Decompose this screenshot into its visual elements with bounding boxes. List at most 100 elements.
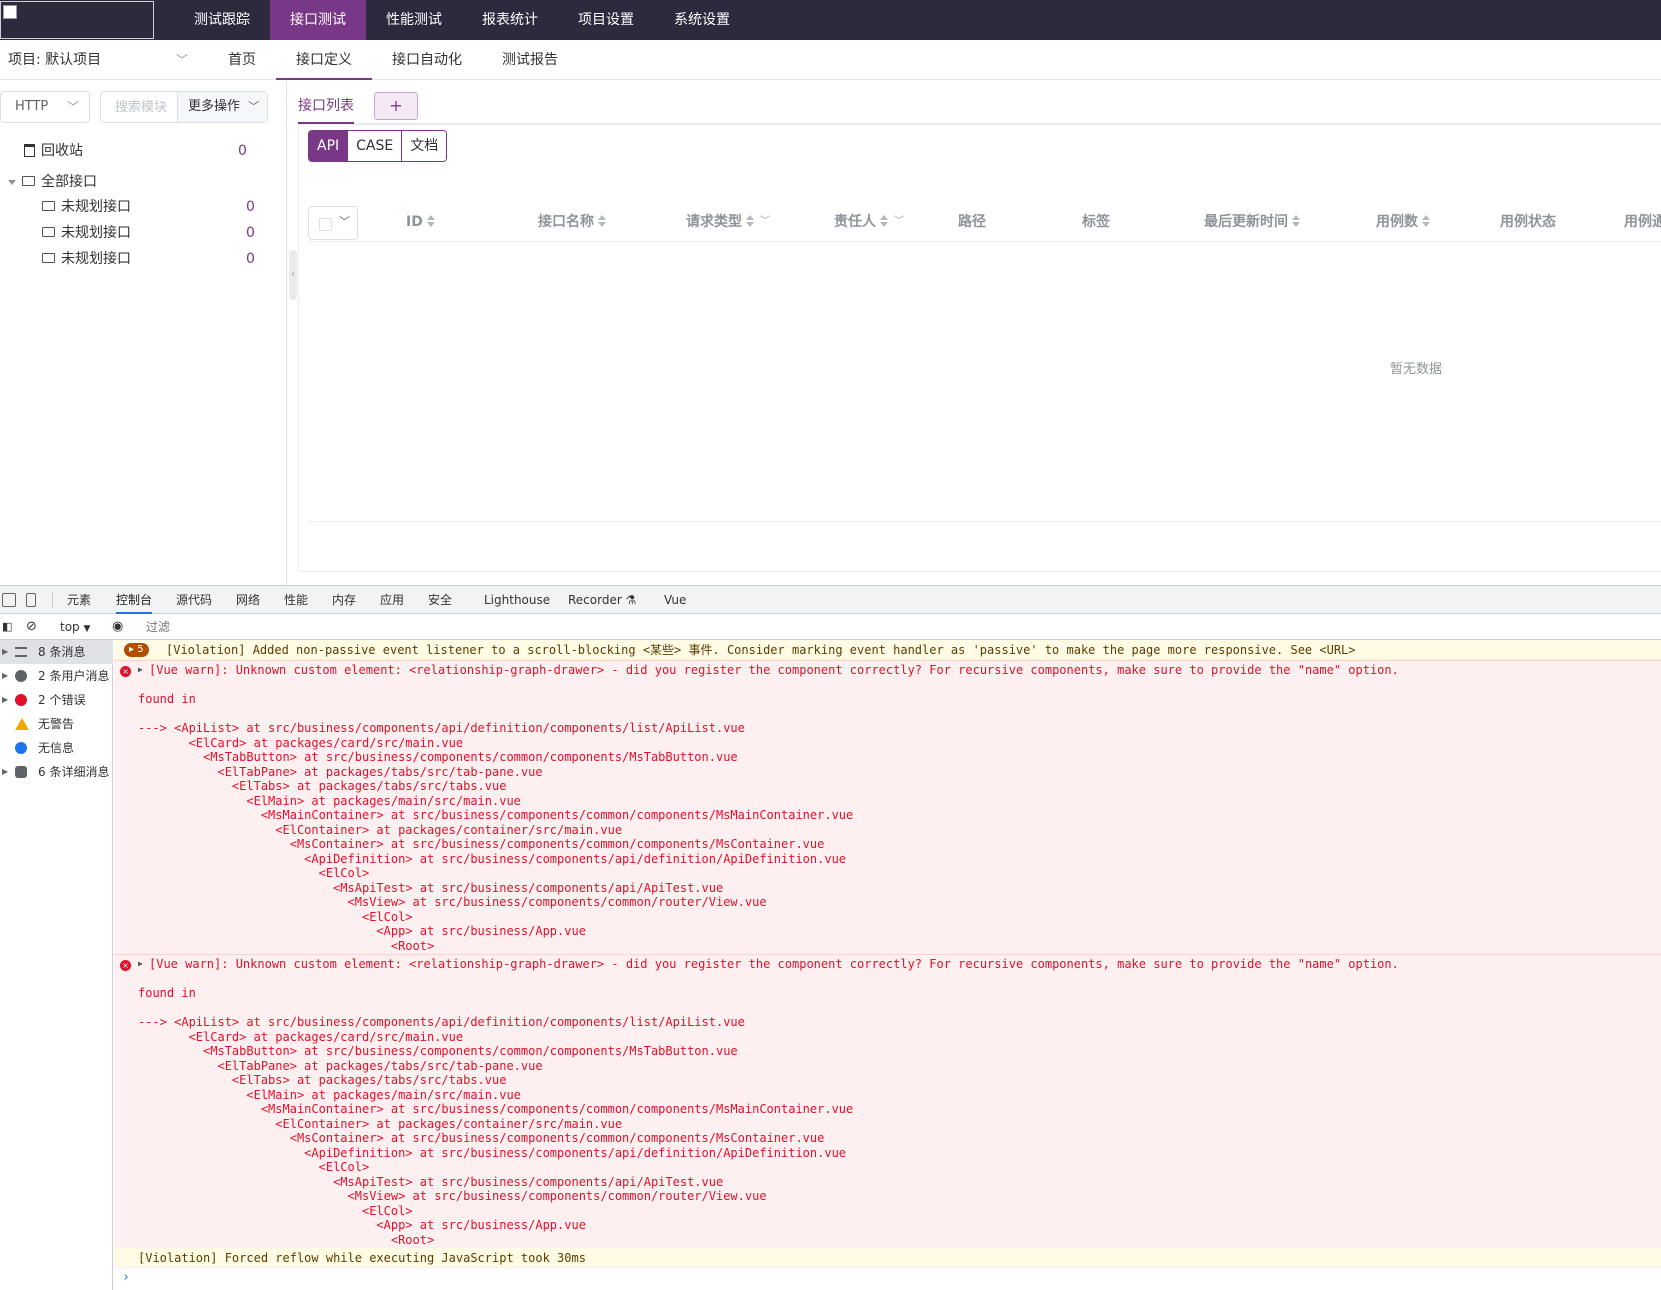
console-prompt[interactable]: ›	[122, 1270, 130, 1285]
stack-trace-line: <ApiDefinition> at src/business/componen…	[138, 1145, 847, 1160]
select-all-checkbox[interactable]	[319, 218, 332, 231]
console-sidebar-messages[interactable]: ▶ 8 条消息	[0, 640, 113, 664]
tab-api-automation[interactable]: 接口自动化	[372, 40, 482, 80]
sub-nav-tabs: 首页 接口定义 接口自动化 测试报告	[208, 40, 578, 80]
filter-icon[interactable]: ﹀	[760, 202, 770, 242]
sort-icon[interactable]	[1292, 215, 1300, 227]
context-selector[interactable]: top ▼	[60, 614, 90, 642]
console-output: ▸ 5 [Violation] Added non-passive event …	[114, 640, 1661, 1290]
project-selector[interactable]: 项目: 默认项目 ﹀	[8, 40, 188, 80]
top-nav-api-test[interactable]: 接口测试	[270, 0, 366, 40]
live-expression-eye-icon[interactable]: ◉	[112, 614, 123, 640]
error-icon: ×	[120, 960, 131, 971]
devtools-tab-application[interactable]: 应用	[380, 586, 404, 614]
column-owner[interactable]: 责任人 ﹀	[834, 202, 904, 242]
console-sidebar-warnings[interactable]: 无警告	[0, 712, 113, 736]
expand-arrow-icon[interactable]: ▶	[2, 760, 8, 784]
api-tabs-bar: 接口列表 +	[298, 90, 1661, 124]
stack-trace-line: <ElCard> at packages/card/src/main.vue	[138, 1029, 464, 1044]
device-toolbar-icon[interactable]	[26, 593, 36, 607]
protocol-select[interactable]: HTTP ﹀	[0, 91, 90, 123]
devtools-tab-vue[interactable]: Vue	[664, 586, 686, 614]
tab-test-report[interactable]: 测试报告	[482, 40, 578, 80]
column-id-label: ID	[406, 214, 423, 230]
recycle-bin-node[interactable]: 回收站	[24, 139, 83, 163]
tree-node-unplanned[interactable]: 未规划接口	[42, 195, 131, 219]
tab-api-definition[interactable]: 接口定义	[276, 40, 372, 80]
column-name[interactable]: 接口名称	[538, 202, 606, 242]
console-sidebar-errors[interactable]: ▶ 2 个错误	[0, 688, 113, 712]
devtools-tab-elements[interactable]: 元素	[67, 586, 91, 614]
sidebar-collapse-handle[interactable]: ‹	[289, 250, 297, 300]
tab-api-list[interactable]: 接口列表	[298, 90, 354, 124]
all-apis-node[interactable]: 全部接口	[8, 170, 97, 194]
column-method[interactable]: 请求类型 ﹀	[686, 202, 770, 242]
stack-trace-line: <MsView> at src/business/components/comm…	[138, 895, 767, 909]
view-mode-doc[interactable]: 文档	[402, 131, 447, 161]
devtools-tab-recorder[interactable]: Recorder ⚗	[568, 586, 636, 614]
clear-console-icon[interactable]: ⊘	[26, 614, 37, 640]
column-owner-label: 责任人	[834, 214, 876, 230]
top-nav-performance-test[interactable]: 性能测试	[366, 0, 462, 40]
devtools-tab-performance[interactable]: 性能	[284, 586, 308, 614]
devtools-tab-security[interactable]: 安全	[428, 586, 452, 614]
module-sidebar: HTTP ﹀ 更多操作 ﹀ 回收站 0 全部接口 未规划接口 0 未规划接口 0…	[0, 81, 287, 585]
console-filter-input[interactable]	[144, 617, 544, 637]
more-operations-button[interactable]: 更多操作 ﹀	[177, 92, 267, 122]
expand-arrow-icon[interactable]: ▶	[2, 688, 8, 712]
console-toolbar: ◧ ⊘ top ▼ ◉	[0, 614, 1661, 640]
stack-trace-line: <ElContainer> at packages/container/src/…	[138, 1116, 623, 1131]
column-updated-time[interactable]: 最后更新时间	[1204, 202, 1300, 242]
devtools-tab-memory[interactable]: 内存	[332, 586, 356, 614]
module-search-input[interactable]	[101, 92, 177, 122]
console-sidebar-verbose[interactable]: ▶ 6 条详细消息	[0, 760, 113, 784]
sort-icon[interactable]	[426, 215, 435, 227]
sort-icon[interactable]	[880, 215, 888, 227]
expand-arrow-icon[interactable]: ▶	[138, 665, 143, 674]
sidebar-toggle-icon[interactable]: ◧	[2, 614, 12, 640]
add-tab-button[interactable]: +	[374, 92, 418, 120]
console-error-message[interactable]: × ▶ [Vue warn]: Unknown custom element: …	[114, 954, 1661, 1248]
top-nav-system-settings[interactable]: 系统设置	[654, 0, 750, 40]
sort-icon[interactable]	[1422, 215, 1430, 227]
empty-table-text: 暂无数据	[1390, 362, 1443, 377]
console-violation-message[interactable]: [Violation] Forced reflow while executin…	[114, 1248, 1661, 1268]
devtools-panel: 元素 控制台 源代码 网络 性能 内存 应用 安全 Lighthouse Rec…	[0, 585, 1661, 1290]
sort-icon[interactable]	[598, 215, 606, 227]
devtools-tab-network[interactable]: 网络	[236, 586, 260, 614]
expand-arrow-icon[interactable]: ▶	[138, 959, 143, 968]
console-sidebar-info[interactable]: 无信息	[0, 736, 113, 760]
console-sidebar-label: 无信息	[38, 741, 75, 755]
tree-node-label: 未规划接口	[61, 199, 131, 215]
select-all-dropdown[interactable]: ﹀	[308, 206, 358, 240]
column-case-count[interactable]: 用例数	[1376, 202, 1430, 242]
stack-trace-line: <ElCol>	[138, 1203, 413, 1218]
tree-node-unplanned[interactable]: 未规划接口	[42, 221, 131, 245]
view-mode-api[interactable]: API	[309, 131, 349, 161]
top-nav-menu: 测试跟踪 接口测试 性能测试 报表统计 项目设置 系统设置	[174, 0, 750, 40]
tab-home[interactable]: 首页	[208, 40, 276, 80]
repeat-count-badge: ▸ 5	[124, 643, 149, 657]
app-logo[interactable]	[0, 1, 154, 39]
stack-trace-line: <MsApiTest> at src/business/components/a…	[138, 880, 724, 895]
view-mode-case[interactable]: CASE	[348, 131, 403, 161]
top-nav-reports[interactable]: 报表统计	[462, 0, 558, 40]
console-error-message[interactable]: × ▶ [Vue warn]: Unknown custom element: …	[114, 660, 1661, 954]
tree-node-unplanned[interactable]: 未规划接口	[42, 247, 131, 271]
top-nav-test-tracking[interactable]: 测试跟踪	[174, 0, 270, 40]
filter-icon[interactable]: ﹀	[894, 202, 904, 242]
inspect-element-icon[interactable]	[2, 593, 16, 607]
top-nav-project-settings[interactable]: 项目设置	[558, 0, 654, 40]
expand-arrow-icon[interactable]: ▶	[2, 640, 8, 664]
devtools-tab-lighthouse[interactable]: Lighthouse	[484, 586, 550, 614]
toolbar-divider	[52, 592, 53, 608]
expand-arrow-icon[interactable]: ▶	[2, 664, 8, 688]
devtools-tab-sources[interactable]: 源代码	[176, 586, 212, 614]
sort-icon[interactable]	[746, 215, 754, 227]
tree-node-count: 0	[246, 251, 255, 267]
caret-down-icon[interactable]	[8, 179, 16, 185]
column-id[interactable]: ID	[406, 202, 435, 242]
console-sidebar-user-messages[interactable]: ▶ 2 条用户消息	[0, 664, 113, 688]
console-violation-message[interactable]: ▸ 5 [Violation] Added non-passive event …	[114, 640, 1661, 660]
devtools-tab-console[interactable]: 控制台	[116, 586, 153, 614]
